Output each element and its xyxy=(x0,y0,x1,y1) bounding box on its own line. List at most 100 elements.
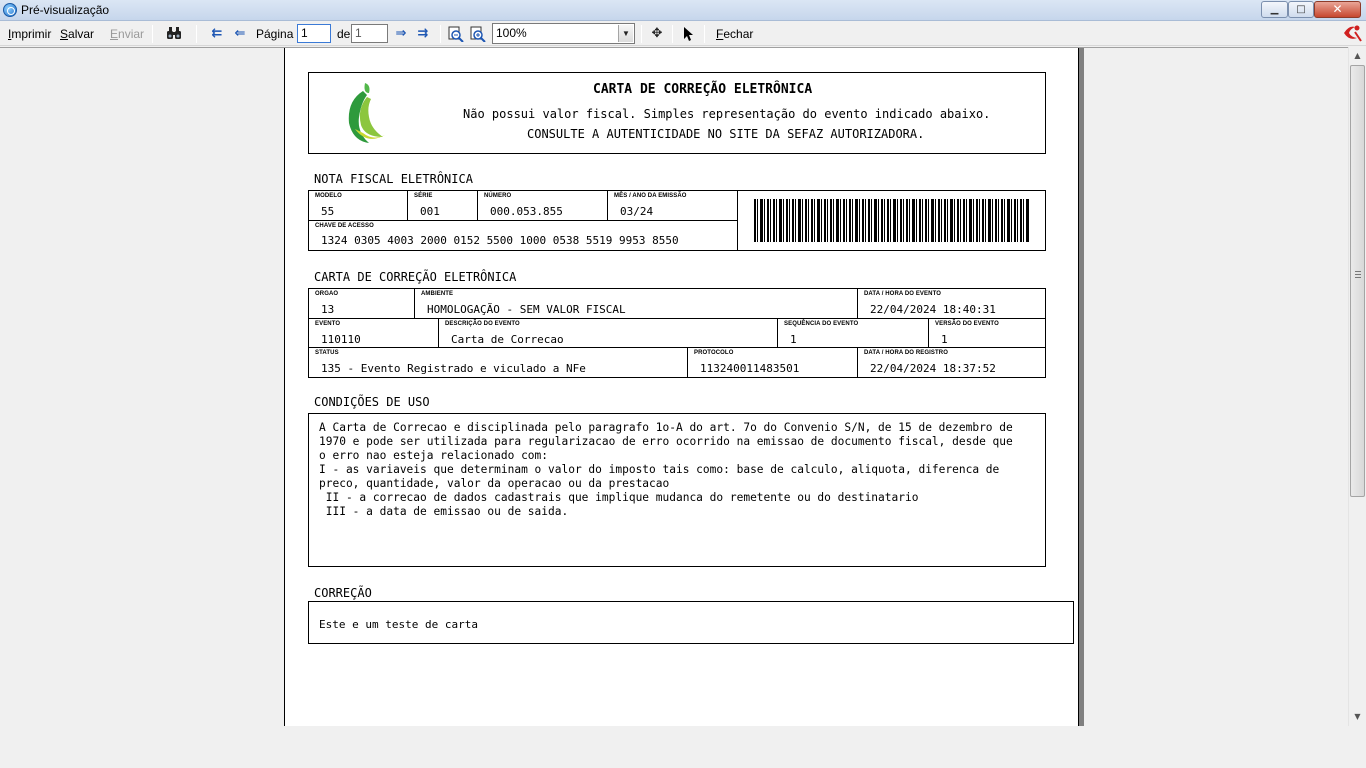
evento-value: 110110 xyxy=(321,333,361,346)
ambiente-cell: AMBIENTE HOMOLOGAÇÃO - SEM VALOR FISCAL xyxy=(415,289,858,318)
correction-box: Este e um teste de carta xyxy=(308,601,1074,644)
numero-value: 000.053.855 xyxy=(490,205,563,218)
close-window-button[interactable]: ✕ xyxy=(1314,1,1361,18)
toolbar: Imprimir Salvar Enviar ⇇ ⇐ Página 1 de 1… xyxy=(0,22,1366,46)
next-page-icon[interactable]: ⇒ xyxy=(393,26,409,42)
ambiente-label: AMBIENTE xyxy=(421,291,454,297)
mes-ano-label: MÊS / ANO DA EMISSÃO xyxy=(614,193,687,199)
modelo-cell: MODELO 55 xyxy=(309,191,408,221)
data-registro-value: 22/04/2024 18:37:52 xyxy=(870,362,996,375)
maximize-button[interactable]: □ xyxy=(1288,1,1314,18)
cce-section-title: CARTA DE CORREÇÃO ELETRÔNICA xyxy=(314,270,517,284)
nfe-box: MODELO 55 SÉRIE 001 NÚMERO 000.053.855 M… xyxy=(308,190,1046,251)
close-button[interactable]: Fechar xyxy=(716,22,753,46)
send-button[interactable]: Enviar xyxy=(110,22,144,46)
total-pages-field: 1 xyxy=(351,24,388,43)
serie-value: 001 xyxy=(420,205,440,218)
app-logo-icon xyxy=(1341,23,1363,43)
preview-area[interactable]: CARTA DE CORREÇÃO ELETRÔNICA Não possui … xyxy=(0,47,1348,726)
barcode-area xyxy=(738,191,1045,250)
move-page-icon[interactable]: ✥ xyxy=(649,26,665,42)
nfe-section-title: NOTA FISCAL ELETRÔNICA xyxy=(314,172,473,186)
orgao-cell: ORGAO 13 xyxy=(309,289,415,318)
page-number-input[interactable]: 1 xyxy=(297,24,331,43)
cce-box: ORGAO 13 AMBIENTE HOMOLOGAÇÃO - SEM VALO… xyxy=(308,288,1046,378)
data-evento-label: DATA / HORA DO EVENTO xyxy=(864,291,941,297)
scroll-up-icon[interactable]: ▲ xyxy=(1349,47,1366,64)
versao-label: VERSÃO DO EVENTO xyxy=(935,321,999,327)
data-registro-cell: DATA / HORA DO REGISTRO 22/04/2024 18:37… xyxy=(858,348,1045,377)
protocolo-value: 113240011483501 xyxy=(700,362,800,375)
previous-page-icon[interactable]: ⇐ xyxy=(232,26,248,42)
chave-cell: CHAVE DE ACESSO 1324 0305 4003 2000 0152… xyxy=(309,221,738,250)
conditions-box: A Carta de Correcao e disciplinada pelo … xyxy=(308,413,1046,567)
window-title: Pré-visualização xyxy=(21,3,110,17)
grip-icon xyxy=(1355,271,1361,278)
zoom-in-icon[interactable] xyxy=(470,26,486,43)
numero-cell: NÚMERO 000.053.855 xyxy=(478,191,608,221)
document-page: CARTA DE CORREÇÃO ELETRÔNICA Não possui … xyxy=(284,48,1079,726)
vertical-scrollbar[interactable]: ▲ ▼ xyxy=(1348,47,1366,726)
barcode xyxy=(754,199,1029,242)
descricao-value: Carta de Correcao xyxy=(451,333,564,346)
binoculars-icon[interactable] xyxy=(166,26,182,42)
page-label: Página xyxy=(256,27,294,41)
header-line-1: Não possui valor fiscal. Simples represe… xyxy=(463,107,991,121)
toolbar-separator xyxy=(440,25,441,43)
zoom-select[interactable]: 100% ▼ xyxy=(492,23,635,44)
save-button[interactable]: Salvar xyxy=(60,22,94,46)
last-page-icon[interactable]: ⇉ xyxy=(415,26,431,42)
scrollbar-thumb[interactable] xyxy=(1350,65,1365,497)
data-registro-label: DATA / HORA DO REGISTRO xyxy=(864,350,948,356)
page-shadow xyxy=(1079,48,1084,726)
header-line-2: CONSULTE A AUTENTICIDADE NO SITE DA SEFA… xyxy=(527,127,925,141)
document-header: CARTA DE CORREÇÃO ELETRÔNICA Não possui … xyxy=(308,72,1046,154)
sequencia-cell: SEQUÊNCIA DO EVENTO 1 xyxy=(778,319,929,348)
modelo-label: MODELO xyxy=(315,193,342,199)
data-evento-cell: DATA / HORA DO EVENTO 22/04/2024 18:40:3… xyxy=(858,289,1045,318)
sequencia-label: SEQUÊNCIA DO EVENTO xyxy=(784,321,859,327)
toolbar-separator xyxy=(196,25,197,43)
sefaz-logo-icon xyxy=(345,81,387,147)
correction-text: Este e um teste de carta xyxy=(319,618,478,631)
status-bar xyxy=(0,726,1366,768)
descricao-label: DESCRIÇÃO DO EVENTO xyxy=(445,321,520,327)
protocolo-cell: PROTOCOLO 113240011483501 xyxy=(688,348,858,377)
document-title: CARTA DE CORREÇÃO ELETRÔNICA xyxy=(593,82,813,97)
ambiente-value: HOMOLOGAÇÃO - SEM VALOR FISCAL xyxy=(427,303,626,316)
print-button[interactable]: Imprimir xyxy=(8,22,51,46)
chevron-down-icon[interactable]: ▼ xyxy=(618,25,633,42)
serie-cell: SÉRIE 001 xyxy=(408,191,478,221)
evento-cell: EVENTO 110110 xyxy=(309,319,439,348)
versao-cell: VERSÃO DO EVENTO 1 xyxy=(929,319,1045,348)
evento-label: EVENTO xyxy=(315,321,341,327)
zoom-out-icon[interactable] xyxy=(448,26,464,43)
orgao-label: ORGAO xyxy=(315,291,339,297)
first-page-icon[interactable]: ⇇ xyxy=(209,26,225,42)
data-evento-value: 22/04/2024 18:40:31 xyxy=(870,303,996,316)
descricao-cell: DESCRIÇÃO DO EVENTO Carta de Correcao xyxy=(439,319,778,348)
conditions-text: A Carta de Correcao e disciplinada pelo … xyxy=(319,421,1013,518)
toolbar-separator xyxy=(641,25,642,43)
serie-label: SÉRIE xyxy=(414,193,433,199)
toolbar-separator xyxy=(672,25,673,43)
mes-ano-cell: MÊS / ANO DA EMISSÃO 03/24 xyxy=(608,191,738,221)
toolbar-separator xyxy=(152,25,153,43)
mes-ano-value: 03/24 xyxy=(620,205,654,218)
status-label: STATUS xyxy=(315,350,339,356)
numero-label: NÚMERO xyxy=(484,193,512,199)
minimize-button[interactable]: ▁ xyxy=(1261,1,1288,18)
conditions-section-title: CONDIÇÕES DE USO xyxy=(314,395,430,409)
sequencia-value: 1 xyxy=(790,333,797,346)
window-title-bar: Pré-visualização ▁ □ ✕ xyxy=(0,0,1366,21)
chave-value: 1324 0305 4003 2000 0152 5500 1000 0538 … xyxy=(321,234,679,247)
orgao-value: 13 xyxy=(321,303,335,316)
status-cell: STATUS 135 - Evento Registrado e viculad… xyxy=(309,348,688,377)
modelo-value: 55 xyxy=(321,205,335,218)
pointer-icon[interactable] xyxy=(680,26,696,42)
toolbar-separator xyxy=(704,25,705,43)
versao-value: 1 xyxy=(941,333,948,346)
scroll-down-icon[interactable]: ▼ xyxy=(1349,708,1366,725)
protocolo-label: PROTOCOLO xyxy=(694,350,734,356)
of-label: de xyxy=(337,27,351,41)
